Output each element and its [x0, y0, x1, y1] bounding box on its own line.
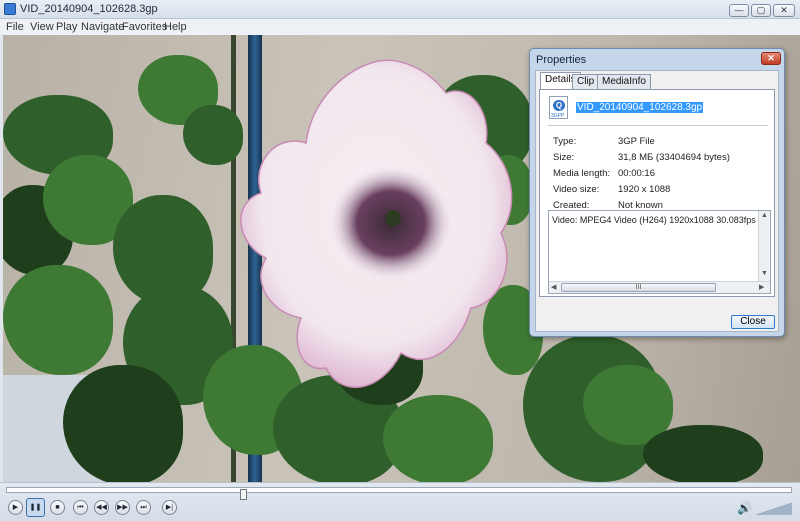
close-window-button[interactable]: ✕ [773, 4, 795, 17]
dialog-close-icon[interactable]: ✕ [761, 52, 781, 65]
scroll-down-icon[interactable]: ▼ [761, 270, 768, 277]
stop-button[interactable]: ■ [50, 500, 65, 515]
seek-bar[interactable] [6, 487, 792, 500]
filename-field[interactable]: VID_20140904_102628.3gp [576, 102, 704, 113]
close-button[interactable]: Close [731, 315, 775, 329]
type-label: Type: [553, 136, 577, 147]
tab-mediainfo[interactable]: MediaInfo [597, 74, 651, 89]
vertical-scrollbar[interactable]: ▲ ▼ [758, 211, 770, 281]
next-button[interactable]: ⏭ [136, 500, 151, 515]
menu-bar: File View Play Navigate Favorites Help [0, 19, 800, 35]
media-info-text: Video: MPEG4 Video (H264) 1920x1088 30.0… [552, 215, 757, 225]
menu-navigate[interactable]: Navigate [81, 21, 124, 33]
menu-file[interactable]: File [6, 21, 24, 33]
size-label: Size: [553, 152, 575, 163]
menu-play[interactable]: Play [56, 21, 77, 33]
window-title: VID_20140904_102628.3gp [20, 3, 158, 15]
rewind-button[interactable]: ◀◀ [94, 500, 109, 515]
media-length-value: 00:00:16 [618, 168, 655, 179]
flower [240, 59, 513, 388]
playback-controls: ▶ ❚❚ ■ ⏮ ◀◀ ▶▶ ⏭ ▶| 🔊 [0, 482, 800, 521]
tab-clip[interactable]: Clip [572, 74, 600, 89]
menu-favorites[interactable]: Favorites [122, 21, 167, 33]
details-panel: Q 3GPP VID_20140904_102628.3gp Type: 3GP… [539, 89, 775, 297]
leaf [383, 395, 493, 482]
leaf [63, 365, 183, 482]
title-bar: VID_20140904_102628.3gp — ▢ ✕ [0, 0, 800, 19]
play-button[interactable]: ▶ [8, 500, 23, 515]
menu-view[interactable]: View [30, 21, 54, 33]
properties-dialog: Properties ✕ Details Clip MediaInfo Q 3G… [529, 48, 785, 337]
volume-slider[interactable] [756, 503, 792, 515]
divider [548, 125, 768, 126]
seek-thumb[interactable] [240, 489, 247, 500]
leaf [3, 265, 113, 375]
maximize-button[interactable]: ▢ [751, 4, 771, 17]
menu-help[interactable]: Help [164, 21, 187, 33]
scroll-left-icon[interactable]: ◀ [551, 283, 556, 291]
volume-icon[interactable]: 🔊 [737, 501, 752, 515]
size-value: 31,8 MБ (33404694 bytes) [618, 152, 730, 163]
minimize-button[interactable]: — [729, 4, 749, 17]
video-size-value: 1920 x 1088 [618, 184, 671, 195]
media-length-label: Media length: [553, 168, 611, 179]
scroll-thumb[interactable]: III [561, 283, 716, 292]
scroll-right-icon[interactable]: ▶ [759, 283, 764, 291]
video-size-label: Video size: [553, 184, 600, 195]
dialog-body: Details Clip MediaInfo Q 3GPP VID_201409… [535, 70, 779, 332]
scroll-up-icon[interactable]: ▲ [761, 212, 768, 219]
media-info-textbox[interactable]: Video: MPEG4 Video (H264) 1920x1088 30.0… [548, 210, 771, 294]
app-icon [4, 3, 16, 15]
frame-step-button[interactable]: ▶| [162, 500, 177, 515]
leaf [643, 425, 763, 482]
dialog-title: Properties [536, 54, 587, 66]
horizontal-scrollbar[interactable]: ◀ III ▶ [549, 281, 770, 293]
forward-button[interactable]: ▶▶ [115, 500, 130, 515]
pause-button[interactable]: ❚❚ [26, 498, 45, 517]
type-value: 3GP File [618, 136, 655, 147]
previous-button[interactable]: ⏮ [73, 500, 88, 515]
file-type-icon: Q 3GPP [549, 96, 568, 119]
